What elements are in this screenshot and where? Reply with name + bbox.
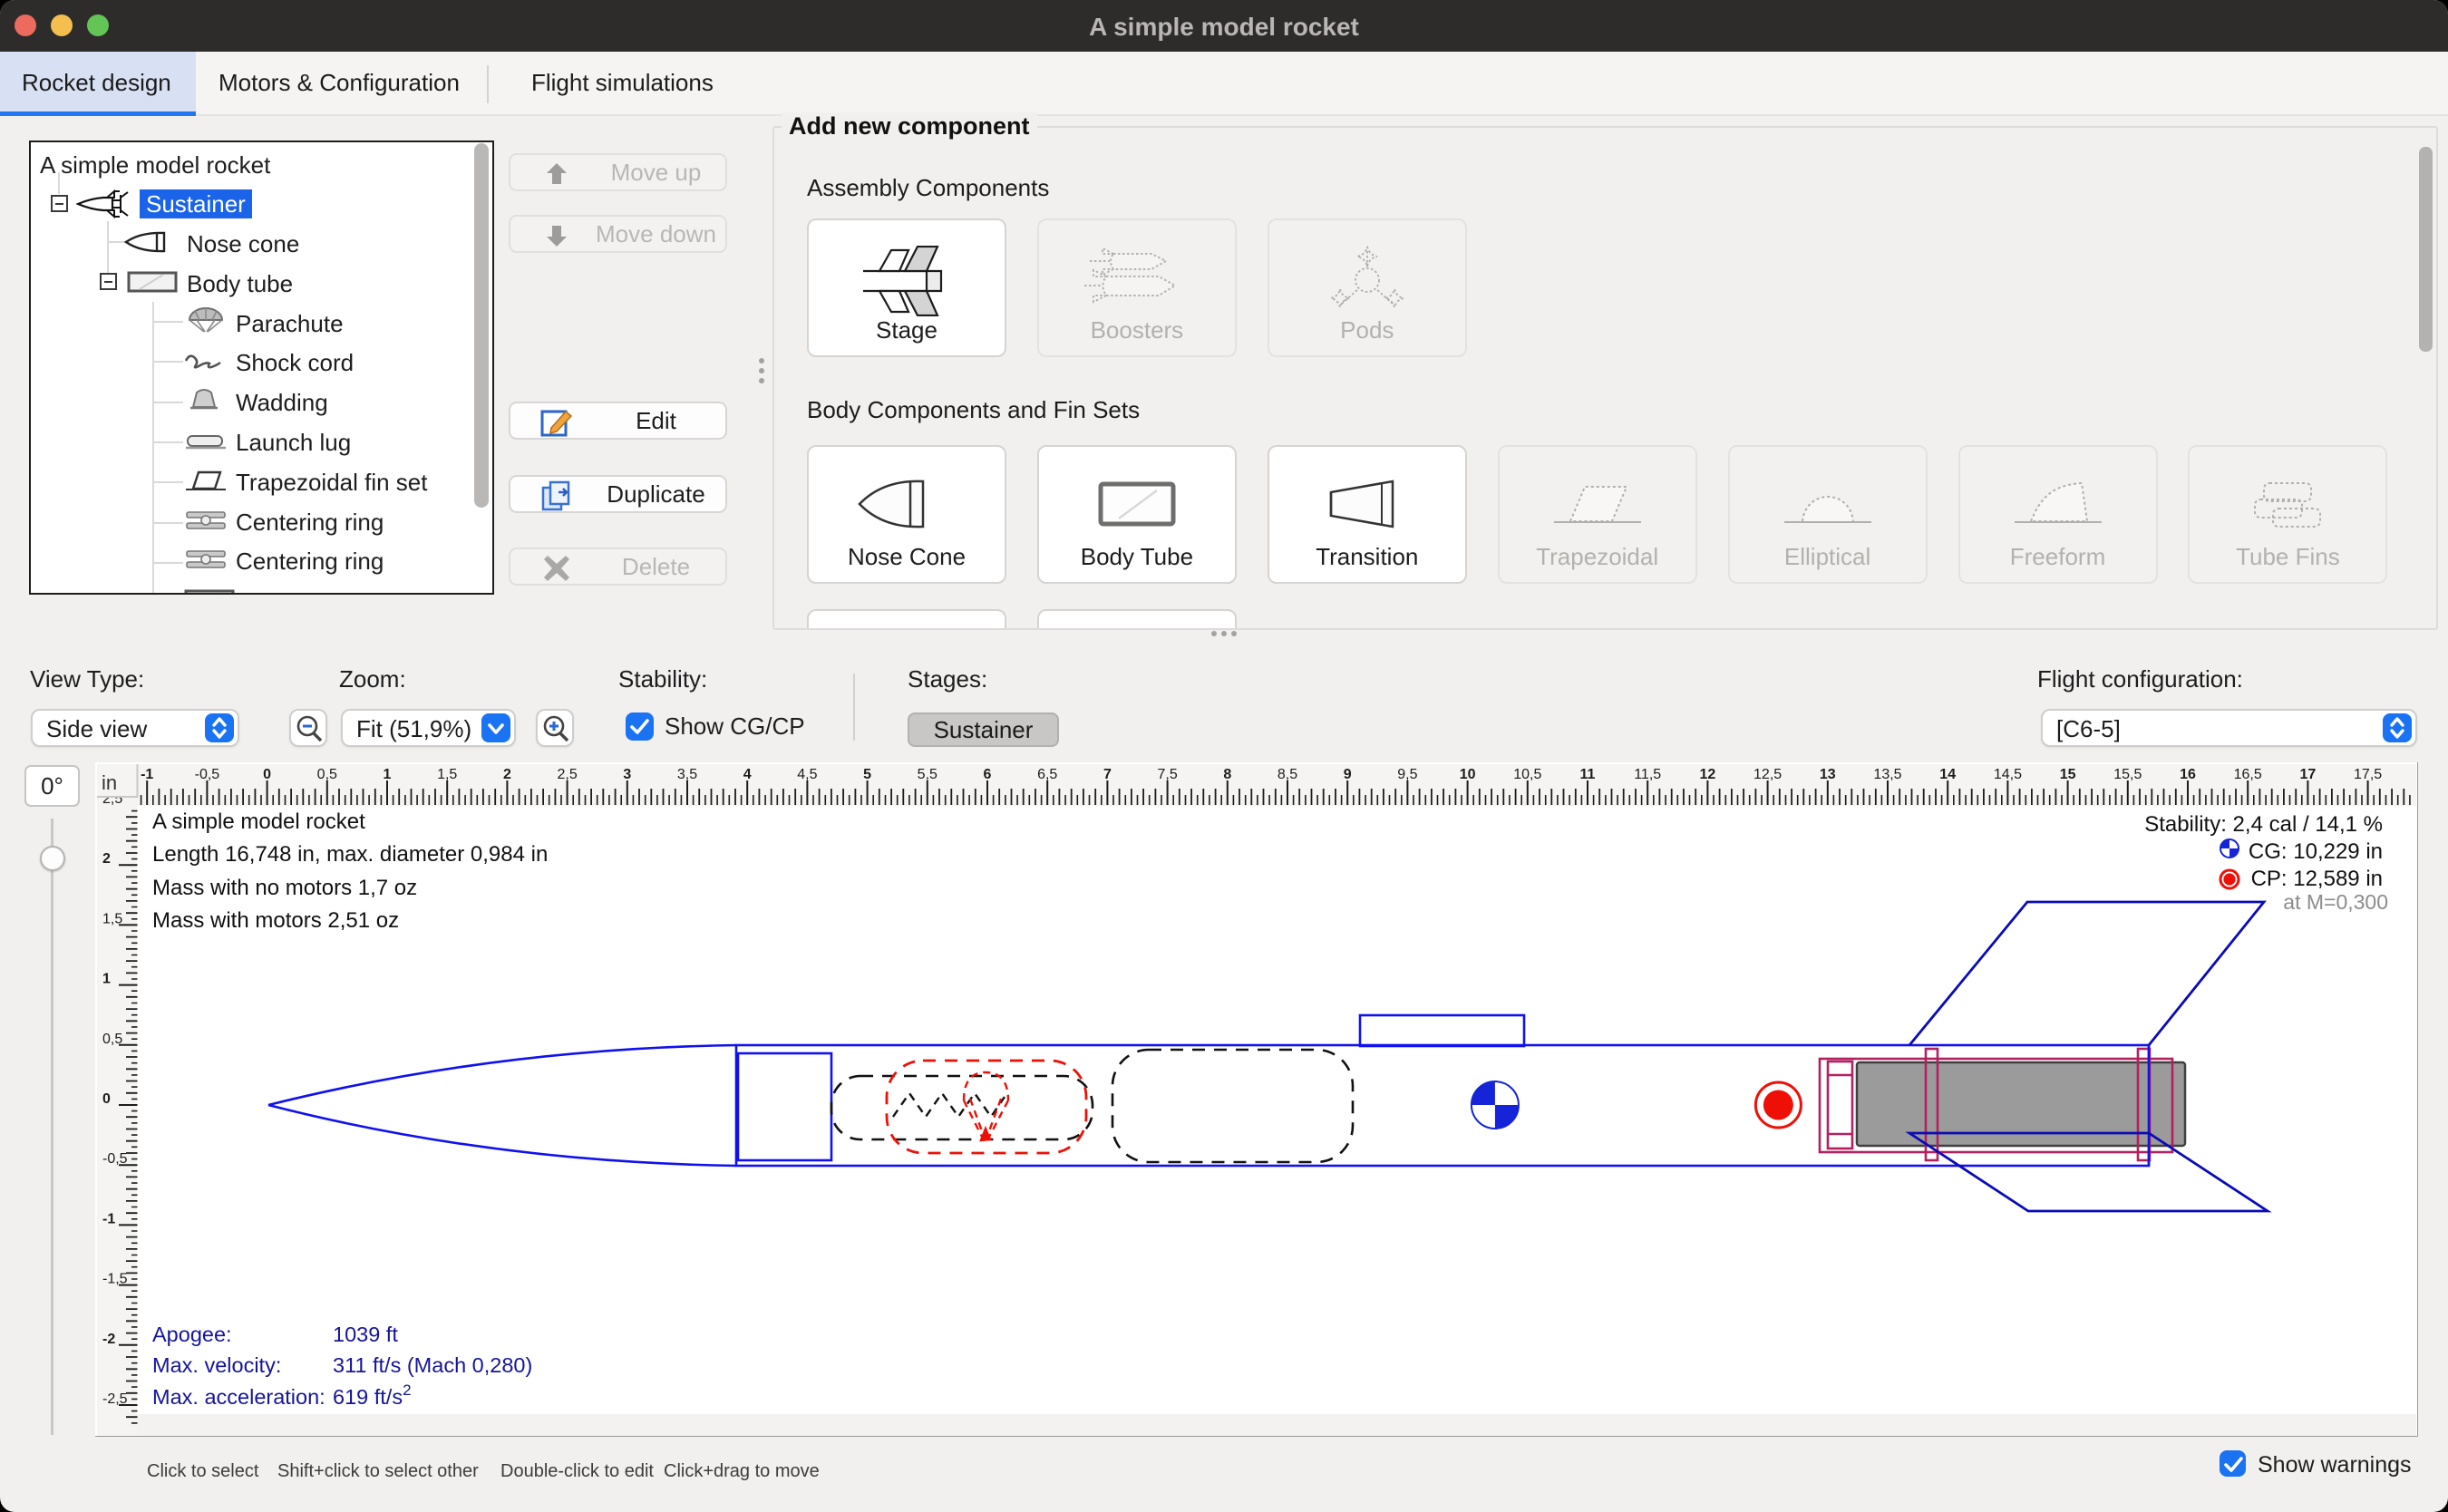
svg-text:6: 6 bbox=[984, 767, 992, 782]
svg-text:6,5: 6,5 bbox=[1037, 767, 1057, 782]
svg-text:3,5: 3,5 bbox=[677, 767, 697, 782]
svg-text:4,5: 4,5 bbox=[797, 767, 817, 782]
svg-text:-1: -1 bbox=[102, 1211, 115, 1226]
svg-text:0: 0 bbox=[263, 767, 271, 782]
svg-text:16,5: 16,5 bbox=[2234, 767, 2262, 782]
svg-text:10: 10 bbox=[1460, 767, 1476, 782]
svg-text:17: 17 bbox=[2300, 767, 2317, 782]
svg-text:3: 3 bbox=[623, 767, 631, 782]
svg-text:CP: 12,589 in: CP: 12,589 in bbox=[2251, 867, 2383, 891]
svg-text:-2,5: -2,5 bbox=[102, 1391, 128, 1407]
svg-text:12: 12 bbox=[1700, 767, 1716, 782]
svg-text:17,5: 17,5 bbox=[2354, 767, 2382, 782]
svg-text:1: 1 bbox=[102, 972, 111, 987]
svg-text:Mass with motors 2,51 oz: Mass with motors 2,51 oz bbox=[152, 908, 399, 933]
svg-text:10,5: 10,5 bbox=[1513, 767, 1541, 782]
svg-text:-1: -1 bbox=[141, 767, 153, 782]
svg-text:at M=0,300: at M=0,300 bbox=[2283, 890, 2388, 914]
svg-text:-0,5: -0,5 bbox=[195, 767, 220, 782]
svg-text:0: 0 bbox=[102, 1091, 111, 1107]
svg-text:Length 16,748 in, max. diamete: Length 16,748 in, max. diameter 0,984 in bbox=[152, 842, 548, 867]
svg-text:2: 2 bbox=[102, 851, 111, 867]
svg-text:12,5: 12,5 bbox=[1753, 767, 1782, 782]
svg-text:14,5: 14,5 bbox=[1994, 767, 2022, 782]
svg-text:2: 2 bbox=[503, 767, 511, 782]
svg-text:0,5: 0,5 bbox=[102, 1032, 122, 1047]
svg-text:CG: 10,229 in: CG: 10,229 in bbox=[2249, 839, 2383, 864]
svg-text:1039 ft: 1039 ft bbox=[333, 1323, 398, 1346]
svg-text:9,5: 9,5 bbox=[1397, 767, 1417, 782]
svg-text:-1,5: -1,5 bbox=[102, 1272, 128, 1287]
svg-text:9: 9 bbox=[1344, 767, 1352, 782]
svg-text:1,5: 1,5 bbox=[437, 767, 457, 782]
svg-text:13,5: 13,5 bbox=[1873, 767, 1901, 782]
svg-text:4: 4 bbox=[743, 767, 752, 782]
svg-text:8: 8 bbox=[1223, 767, 1231, 782]
svg-text:Apogee:: Apogee: bbox=[152, 1323, 232, 1346]
svg-text:A simple model rocket: A simple model rocket bbox=[152, 809, 365, 834]
svg-text:15: 15 bbox=[2060, 767, 2076, 782]
svg-text:11: 11 bbox=[1580, 767, 1596, 782]
svg-text:13: 13 bbox=[1820, 767, 1836, 782]
svg-text:Mass with no motors 1,7 oz: Mass with no motors 1,7 oz bbox=[152, 876, 417, 900]
svg-text:7: 7 bbox=[1103, 767, 1112, 782]
svg-text:Stability: 2,4 cal / 14,1 %: Stability: 2,4 cal / 14,1 % bbox=[2144, 812, 2383, 837]
svg-text:7,5: 7,5 bbox=[1157, 767, 1177, 782]
svg-text:8,5: 8,5 bbox=[1277, 767, 1297, 782]
svg-text:Max. velocity:: Max. velocity: bbox=[152, 1353, 281, 1377]
svg-text:1,5: 1,5 bbox=[102, 911, 122, 926]
svg-text:5: 5 bbox=[863, 767, 871, 782]
svg-text:-0,5: -0,5 bbox=[102, 1151, 128, 1167]
svg-text:16: 16 bbox=[2180, 767, 2196, 782]
svg-text:619 ft/s2: 619 ft/s2 bbox=[333, 1381, 412, 1409]
svg-text:in: in bbox=[102, 771, 117, 794]
svg-text:5,5: 5,5 bbox=[918, 767, 937, 782]
svg-text:0,5: 0,5 bbox=[317, 767, 337, 782]
svg-text:2,5: 2,5 bbox=[557, 767, 577, 782]
svg-text:-2: -2 bbox=[102, 1332, 115, 1347]
svg-text:15,5: 15,5 bbox=[2113, 767, 2142, 782]
svg-text:1: 1 bbox=[384, 767, 392, 782]
svg-text:311 ft/s (Mach 0,280): 311 ft/s (Mach 0,280) bbox=[333, 1353, 532, 1377]
svg-text:Max. acceleration:: Max. acceleration: bbox=[152, 1385, 325, 1409]
svg-text:11,5: 11,5 bbox=[1634, 767, 1661, 782]
svg-text:14: 14 bbox=[1939, 767, 1956, 782]
